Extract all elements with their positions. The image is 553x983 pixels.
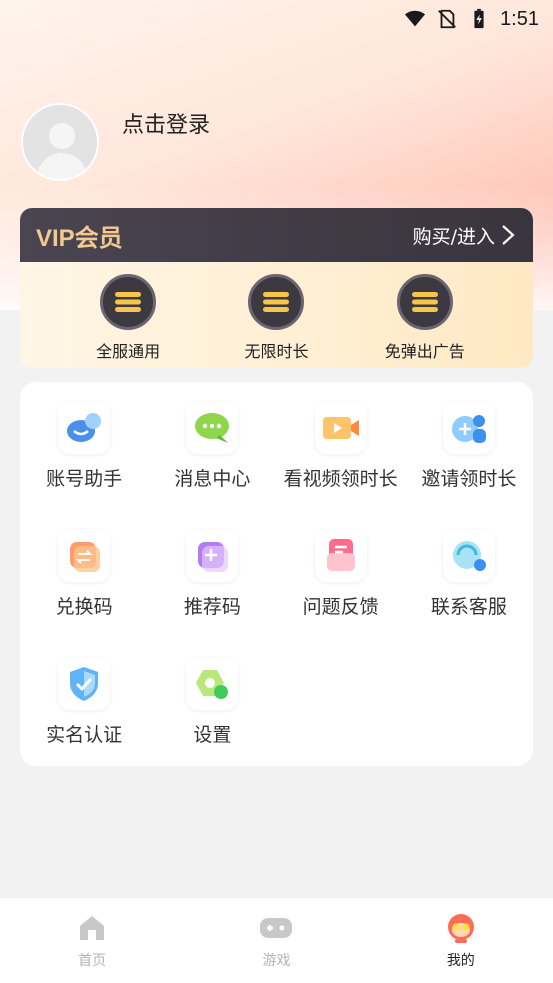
menu-item-label: 推荐码 xyxy=(183,596,241,618)
menu-item-referral-code[interactable]: 推荐码 xyxy=(148,530,276,628)
tab-label: 我的 xyxy=(446,952,475,969)
menu-item-message-center[interactable]: 消息中心 xyxy=(148,402,276,500)
customer-service-icon xyxy=(442,530,495,582)
menu-item-settings[interactable]: 设置 xyxy=(148,658,276,756)
tab-games[interactable]: 游戏 xyxy=(216,912,336,970)
home-icon xyxy=(80,915,105,940)
vip-benefit-item: 无限时长 xyxy=(216,274,336,362)
menu-item-redeem-code[interactable]: 兑换码 xyxy=(20,530,148,628)
menu-item-label: 账号助手 xyxy=(46,468,123,490)
tab-label: 游戏 xyxy=(262,952,291,969)
menu-item-label: 问题反馈 xyxy=(302,596,379,618)
avatar-head-shape xyxy=(49,123,75,149)
menu-item-label: 联系客服 xyxy=(430,596,507,618)
coin-stack-icon xyxy=(248,274,305,330)
vip-benefits: 全服通用 无限时长 免弹出广告 xyxy=(20,262,533,362)
vip-buy-enter-link[interactable]: 购买/进入 xyxy=(413,222,515,249)
menu-item-label: 看视频领时长 xyxy=(283,468,398,490)
tab-mine[interactable]: 我的 xyxy=(401,912,521,970)
vip-card: VIP会员 购买/进入 全服通用 无限时长 免弹出广告 xyxy=(20,208,533,368)
tab-label: 首页 xyxy=(78,952,107,969)
gamepad-icon xyxy=(260,917,293,938)
vip-benefit-label: 全服通用 xyxy=(96,342,161,361)
tab-home[interactable]: 首页 xyxy=(32,912,152,970)
feedback-icon xyxy=(314,530,367,582)
no-sim-icon xyxy=(438,9,456,29)
recommend-icon xyxy=(186,530,239,582)
status-time: 1:51 xyxy=(500,7,539,30)
avatar[interactable] xyxy=(21,103,99,181)
menu-item-label: 消息中心 xyxy=(174,468,251,490)
coin-stack-icon xyxy=(100,274,157,330)
account-helper-icon xyxy=(58,402,111,454)
battery-icon xyxy=(474,8,484,29)
menu-item-label: 设置 xyxy=(193,724,232,746)
profile-section[interactable]: 点击登录 xyxy=(21,103,210,181)
wifi-icon xyxy=(404,10,426,27)
video-icon xyxy=(314,402,367,454)
vip-benefit-label: 无限时长 xyxy=(244,342,309,361)
exchange-icon xyxy=(58,530,111,582)
profile-mascot-icon xyxy=(447,913,474,943)
login-link[interactable]: 点击登录 xyxy=(122,107,210,139)
invite-icon xyxy=(442,402,495,454)
coin-stack-icon xyxy=(396,274,453,330)
menu-item-feedback[interactable]: 问题反馈 xyxy=(277,530,405,628)
menu-item-label: 实名认证 xyxy=(46,724,123,746)
avatar-body-shape xyxy=(37,153,87,179)
menu-item-label: 邀请领时长 xyxy=(421,468,517,490)
menu-item-real-name-verify[interactable]: 实名认证 xyxy=(20,658,148,756)
menu-grid: 账号助手 消息中心 看视频领时长 邀请领时长 兑换码 推荐码 问题反馈 联系客服… xyxy=(20,382,533,756)
vip-header[interactable]: VIP会员 购买/进入 xyxy=(20,208,533,262)
menu-item-account-helper[interactable]: 账号助手 xyxy=(20,402,148,500)
status-bar: 1:51 xyxy=(0,0,553,38)
message-icon xyxy=(186,402,239,454)
vip-link-label: 购买/进入 xyxy=(412,225,495,248)
menu-item-label: 兑换码 xyxy=(55,596,113,618)
chevron-right-icon xyxy=(502,225,515,245)
settings-icon xyxy=(186,658,239,710)
bottom-tab-bar: 首页 游戏 我的 xyxy=(0,897,553,983)
menu-card: 账号助手 消息中心 看视频领时长 邀请领时长 兑换码 推荐码 问题反馈 联系客服… xyxy=(20,382,533,766)
vip-benefit-label: 免弹出广告 xyxy=(384,342,465,361)
menu-item-invite[interactable]: 邀请领时长 xyxy=(405,402,533,500)
menu-item-customer-service[interactable]: 联系客服 xyxy=(405,530,533,628)
vip-title: VIP会员 xyxy=(36,224,123,252)
vip-benefit-item: 免弹出广告 xyxy=(365,274,485,362)
menu-item-watch-video[interactable]: 看视频领时长 xyxy=(277,402,405,500)
vip-benefit-item: 全服通用 xyxy=(68,274,188,362)
verify-shield-icon xyxy=(58,658,111,710)
